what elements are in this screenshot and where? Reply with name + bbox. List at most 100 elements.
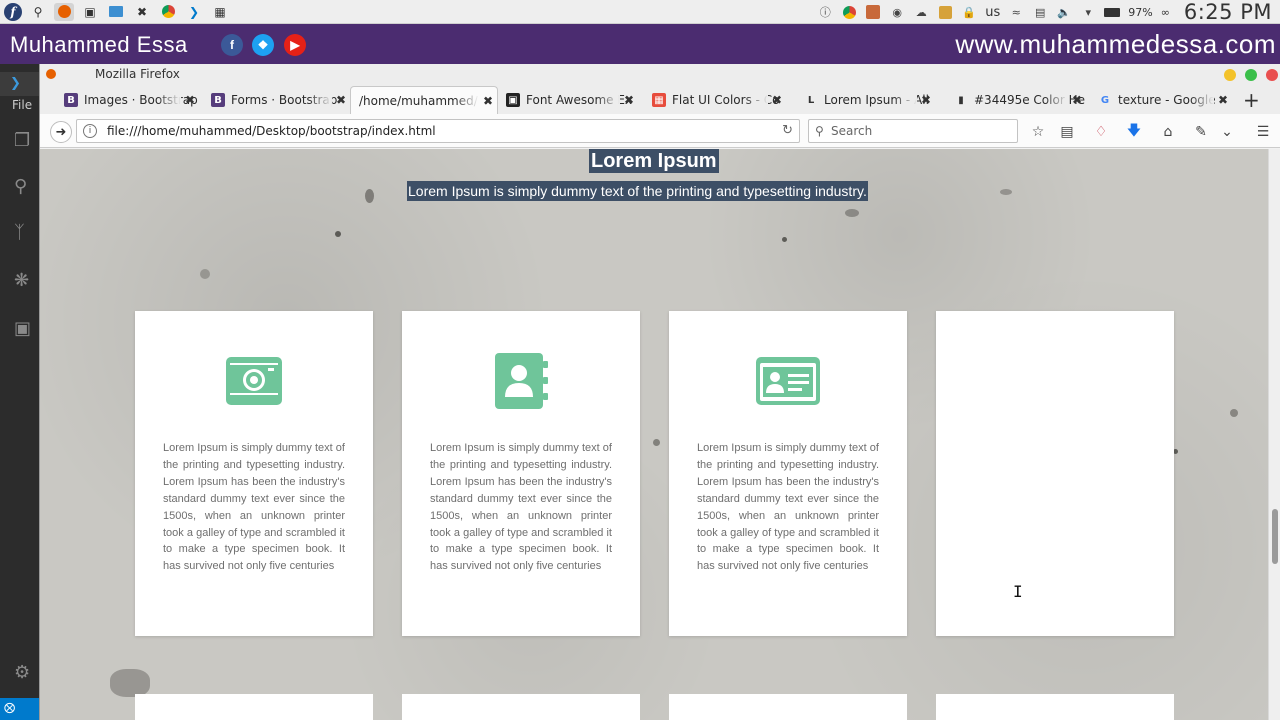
menu-icon[interactable]: ☰ (1254, 123, 1272, 141)
image-viewer-launcher-icon[interactable]: ▦ (210, 3, 230, 21)
url-bar[interactable]: i file:///home/muhammed/Desktop/bootstra… (76, 119, 800, 143)
color-hex-favicon-icon: ▮ (958, 94, 964, 106)
cloud-tray-icon[interactable]: ☁ (913, 4, 929, 20)
search-placeholder[interactable]: Search (831, 124, 872, 138)
close-tab-icon[interactable]: ✖ (624, 93, 634, 107)
back-button[interactable]: ➜ (50, 121, 72, 143)
search-icon[interactable]: ⚲ (28, 3, 48, 21)
clipboard-icon[interactable]: ▤ (1032, 4, 1048, 20)
new-tab-button[interactable]: + (1243, 88, 1260, 112)
download-icon[interactable]: 🡇 (1125, 123, 1143, 141)
channel-url: www.muhammedessa.com (955, 29, 1276, 59)
tab-images-bootstrap[interactable]: B Images · Bootstrap ✖ (56, 86, 199, 114)
close-tab-icon[interactable]: ✖ (336, 93, 346, 107)
error-icon[interactable]: ⨂ (4, 701, 15, 714)
gear-icon[interactable]: ⚙ (14, 662, 38, 686)
feature-card: Lorem Ipsum is simply dummy text of the … (135, 311, 373, 636)
infinity-icon: ∞ (1160, 5, 1170, 19)
close-tab-icon[interactable]: ✖ (1072, 93, 1082, 107)
channel-name: Muhammed Essa (10, 32, 188, 57)
address-book-icon (495, 353, 548, 409)
background-editor-window: ❯ File ❐ ⚲ ᛉ ❋ ▣ ⚙ ⨂ (0, 64, 40, 720)
minimize-button[interactable] (1224, 69, 1236, 81)
search-bar[interactable]: ⚲ Search (808, 119, 1018, 143)
clock[interactable]: 6:25 PM (1184, 0, 1272, 24)
close-tab-icon[interactable]: ✖ (921, 93, 931, 107)
text-cursor-icon: I (1013, 582, 1023, 601)
window-title: Mozilla Firefox (95, 67, 180, 81)
search-icon: ⚲ (815, 124, 824, 138)
app-tray-icon[interactable] (865, 4, 881, 20)
maximize-button[interactable] (1245, 69, 1257, 81)
chrome-tray-icon[interactable] (841, 4, 857, 20)
extensions-icon[interactable]: ▣ (14, 318, 38, 342)
twitter-icon: ❖ (252, 34, 274, 56)
tab-flat-ui-colors[interactable]: ▦ Flat UI Colors - Co ✖ (644, 86, 786, 114)
page-viewport: Lorem Ipsum Lorem Ipsum is simply dummy … (40, 149, 1268, 720)
tab-label: #34495e Color He (974, 93, 1085, 107)
tab-google-texture[interactable]: G texture - Google ✖ (1090, 86, 1232, 114)
editor-file-menu[interactable]: File (12, 98, 32, 112)
debug-icon[interactable]: ❋ (14, 270, 38, 294)
reload-icon[interactable]: ↻ (782, 123, 793, 138)
info-icon[interactable]: ⓘ (817, 4, 833, 20)
site-info-icon[interactable]: i (83, 124, 97, 138)
reading-list-icon[interactable]: ▤ (1058, 123, 1076, 141)
volume-icon[interactable]: 🔈 (1056, 4, 1072, 20)
feature-card-empty (936, 311, 1174, 636)
firefox-launcher-icon[interactable] (54, 2, 74, 21)
page-scrollbar[interactable] (1268, 149, 1280, 720)
chevron-down-icon[interactable]: ▾ (1080, 4, 1096, 20)
keyboard-layout[interactable]: us (985, 5, 1000, 20)
url-text[interactable]: file:///home/muhammed/Desktop/bootstrap/… (107, 124, 436, 138)
pocket-icon[interactable]: ♢ (1092, 123, 1110, 141)
lock-tray-icon[interactable]: 🔒 (961, 4, 977, 20)
explorer-icon[interactable]: ❐ (14, 130, 38, 154)
hero-title: Lorem Ipsum (589, 149, 719, 173)
chevron-down-icon[interactable]: ⌄ (1218, 123, 1236, 141)
bookmark-star-icon[interactable]: ☆ (1029, 123, 1047, 141)
close-tab-icon[interactable]: ✖ (185, 93, 195, 107)
tab-color-hex[interactable]: ▮ #34495e Color He ✖ (946, 86, 1086, 114)
vscode-launcher-icon[interactable]: ❯ (184, 3, 204, 21)
editor-titlebar: ❯ (0, 72, 40, 96)
battery-icon[interactable] (1104, 4, 1121, 20)
close-window-button[interactable] (1266, 69, 1278, 81)
hero-subtitle: Lorem Ipsum is simply dummy text of the … (407, 181, 868, 201)
tab-font-awesome[interactable]: ▣ Font Awesome Ex ✖ (498, 86, 638, 114)
card-text: Lorem Ipsum is simply dummy text of the … (163, 442, 345, 573)
card-text: Lorem Ipsum is simply dummy text of the … (697, 442, 879, 573)
close-tab-icon[interactable]: ✖ (1218, 93, 1228, 107)
vscode-icon: ❯ (10, 76, 21, 91)
scrollbar-thumb[interactable] (1272, 509, 1278, 564)
window-titlebar[interactable]: Mozilla Firefox (40, 64, 1280, 86)
search-icon[interactable]: ⚲ (14, 176, 38, 200)
youtube-icon: ▶ (284, 34, 306, 56)
close-tab-icon[interactable]: ✖ (483, 94, 493, 108)
update-tray-icon[interactable]: ◉ (889, 4, 905, 20)
feature-card-row2 (135, 694, 373, 720)
google-favicon-icon: G (1100, 94, 1110, 106)
extension-icon[interactable]: ✎ (1192, 123, 1210, 141)
tab-forms-bootstrap[interactable]: B Forms · Bootstrap ✖ (203, 86, 350, 114)
package-tray-icon[interactable] (937, 4, 953, 20)
tab-strip: B Images · Bootstrap ✖ B Forms · Bootstr… (40, 86, 1280, 114)
tab-local-file[interactable]: /home/muhammed/ ✖ (350, 86, 498, 114)
bootstrap-favicon-icon: B (64, 93, 78, 107)
close-tab-icon[interactable]: ✖ (772, 93, 782, 107)
battery-percent: 97% (1128, 5, 1153, 19)
x-app-launcher-icon[interactable]: ✖ (132, 3, 152, 21)
home-icon[interactable]: ⌂ (1159, 123, 1177, 141)
tab-lorem-ipsum[interactable]: L Lorem Ipsum - All ✖ (796, 86, 935, 114)
id-card-icon (756, 357, 820, 405)
fedora-menu-icon[interactable]: f (4, 2, 22, 21)
source-control-icon[interactable]: ᛉ (14, 222, 38, 246)
terminal-launcher-icon[interactable]: ▣ (80, 3, 100, 21)
bootstrap-favicon-icon: B (211, 93, 225, 107)
chrome-launcher-icon[interactable] (158, 3, 178, 21)
files-launcher-icon[interactable] (106, 3, 126, 21)
facebook-icon: f (221, 34, 243, 56)
card-text: Lorem Ipsum is simply dummy text of the … (430, 442, 612, 573)
wifi-icon[interactable]: ≈ (1008, 4, 1024, 20)
feature-card-row2 (402, 694, 640, 720)
